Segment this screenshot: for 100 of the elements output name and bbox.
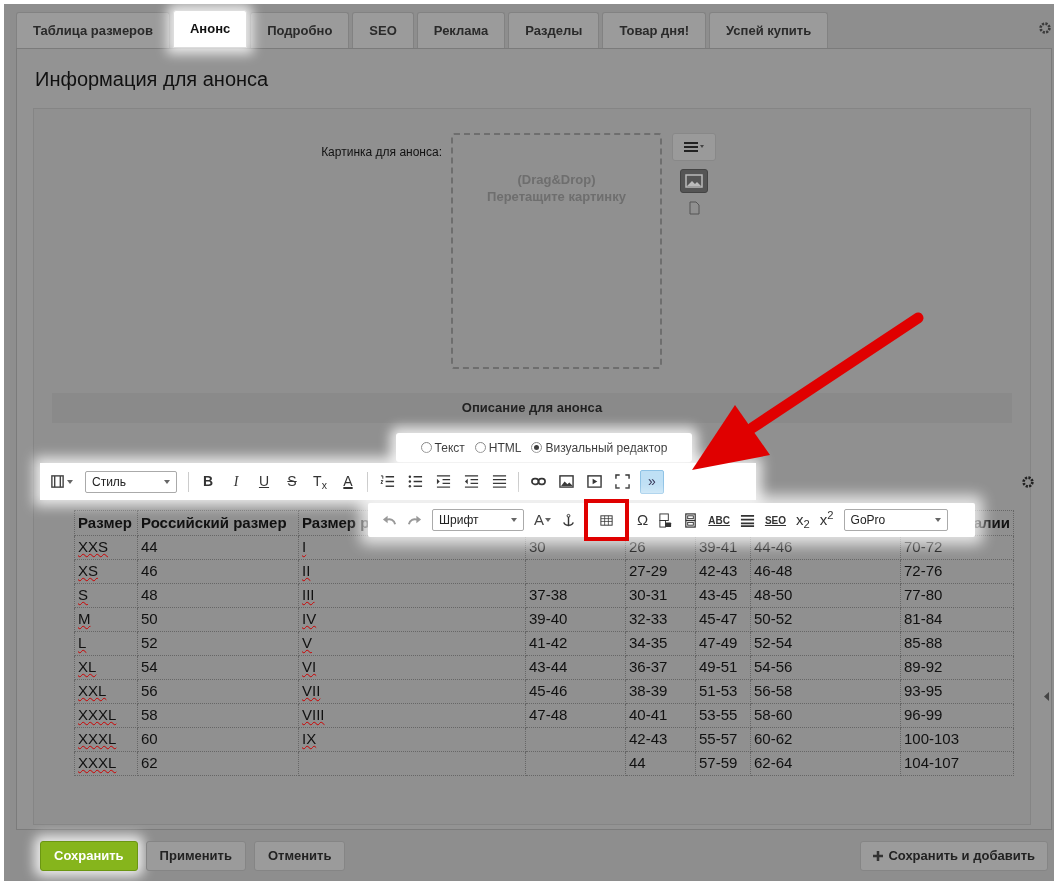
table-cell: 32-33	[629, 610, 668, 628]
table-cell: 52	[141, 634, 158, 652]
table-cell: 104-107	[904, 754, 960, 772]
table-cell: 30-31	[629, 586, 668, 604]
merge-cells-icon[interactable]	[658, 512, 674, 528]
plus-icon	[873, 851, 884, 861]
font-size-button[interactable]: A	[534, 508, 551, 532]
fullscreen-icon[interactable]	[614, 474, 630, 489]
indent-icon[interactable]	[435, 474, 451, 489]
table-cell: 44	[141, 538, 158, 556]
tab[interactable]: Реклама	[416, 12, 506, 48]
table-cell: VII	[302, 682, 321, 700]
table-cell: 37-38	[529, 586, 568, 604]
table-cell: 58-60	[754, 706, 793, 724]
bullet-list-icon[interactable]	[407, 474, 423, 489]
radio-option[interactable]: HTML	[474, 438, 522, 457]
tab[interactable]: Анонс	[173, 10, 248, 48]
spellcheck-button[interactable]: ABC	[708, 512, 730, 528]
film-icon[interactable]	[50, 474, 65, 489]
table-cell: 93-95	[904, 682, 943, 700]
symbol-button[interactable]: x$^{2}$	[819, 508, 834, 532]
table-cell: 34-35	[629, 634, 668, 652]
play-icon[interactable]	[586, 474, 602, 489]
table-cell: 81-84	[904, 610, 943, 628]
radio-option[interactable]: Визуальный редактор	[531, 438, 668, 457]
settings-icon[interactable]	[1038, 21, 1052, 35]
dropdown[interactable]: GoPro	[843, 509, 948, 531]
table-cell: 43-44	[529, 658, 568, 676]
caret-icon	[164, 479, 170, 484]
numbered-list-icon[interactable]	[379, 474, 395, 489]
split-cells-icon[interactable]	[683, 512, 699, 528]
table-cell: V	[302, 634, 312, 652]
anchor-icon[interactable]	[561, 512, 576, 528]
table-cell: XXXL	[78, 730, 117, 748]
table-cell: 57-59	[699, 754, 738, 772]
table-cell: 70-72	[904, 538, 943, 556]
sidebar-toggle-icon[interactable]	[1044, 692, 1050, 701]
table-cell: 50	[141, 610, 158, 628]
outdent-icon[interactable]	[463, 474, 479, 489]
tab[interactable]: Успей купить	[709, 12, 829, 48]
table-cell: 46-48	[754, 562, 793, 580]
table-cell: IV	[302, 610, 317, 628]
tab[interactable]: Товар дня!	[602, 12, 707, 48]
table-cell: 47-48	[529, 706, 568, 724]
more-button[interactable]: »	[640, 469, 664, 494]
column-header: Российский размер	[141, 513, 287, 533]
format-button[interactable]: I	[224, 469, 248, 494]
table-cell: 41-42	[529, 634, 568, 652]
table-cell: IX	[302, 730, 317, 748]
table-cell: 48-50	[754, 586, 793, 604]
dropdown[interactable]: Шрифт	[432, 509, 524, 531]
tab[interactable]: Разделы	[508, 12, 600, 48]
table-cell: 56-58	[754, 682, 793, 700]
justify-icon[interactable]	[491, 474, 507, 489]
menu-button[interactable]	[672, 133, 716, 161]
seo-button[interactable]: SEO	[764, 512, 787, 528]
save-and-add-button[interactable]: Сохранить и добавить	[860, 841, 1048, 871]
format-button[interactable]: U	[252, 469, 276, 494]
format-button[interactable]: B	[196, 469, 220, 494]
format-button[interactable]: T$_{x}$	[308, 469, 332, 494]
table-cell: 38-39	[629, 682, 668, 700]
table-cell: 51-53	[699, 682, 738, 700]
tab[interactable]: Таблица размеров	[16, 12, 170, 48]
caret-icon	[67, 479, 73, 484]
table-cell: III	[302, 586, 315, 604]
table-cell: XL	[78, 658, 97, 676]
menu-icon	[684, 142, 704, 152]
caret-icon	[934, 518, 941, 522]
table-cell: 44	[629, 754, 646, 772]
symbol-button[interactable]: x$_{2}$	[796, 508, 810, 532]
symbol-button[interactable]: Ω	[637, 508, 649, 532]
tab[interactable]: SEO	[352, 12, 414, 48]
table-cell: 58	[141, 706, 158, 724]
tab[interactable]: Подробно	[250, 12, 350, 48]
table-cell: 62-64	[754, 754, 793, 772]
table-icon[interactable]	[599, 512, 614, 528]
caret-icon	[511, 518, 517, 522]
section-header: Описание для анонса	[461, 399, 603, 418]
table-cell: XXS	[78, 538, 108, 556]
table-cell: S	[78, 586, 88, 604]
format-button[interactable]: A	[336, 469, 360, 494]
settings-icon[interactable]	[1021, 475, 1035, 489]
table-cell: M	[78, 610, 91, 628]
table-cell: 77-80	[904, 586, 943, 604]
action-button[interactable]: Применить	[145, 841, 246, 871]
table-cell: 42-43	[699, 562, 738, 580]
image-button[interactable]	[680, 169, 708, 193]
dropdown[interactable]: Стиль	[85, 470, 177, 493]
radio-option[interactable]: Текст	[420, 438, 465, 457]
table-cell: 50-52	[754, 610, 793, 628]
action-button[interactable]: Отменить	[253, 841, 346, 871]
table-cell: I	[302, 538, 307, 556]
horizontal-rule-icon[interactable]	[739, 512, 755, 528]
table-cell: 62	[141, 754, 158, 772]
table-cell: 45-46	[529, 682, 568, 700]
table-cell: 60	[141, 730, 158, 748]
table-cell: L	[78, 634, 87, 652]
image-icon[interactable]	[558, 474, 574, 489]
format-button[interactable]: S	[280, 469, 304, 494]
table-cell: XXXL	[78, 706, 117, 724]
